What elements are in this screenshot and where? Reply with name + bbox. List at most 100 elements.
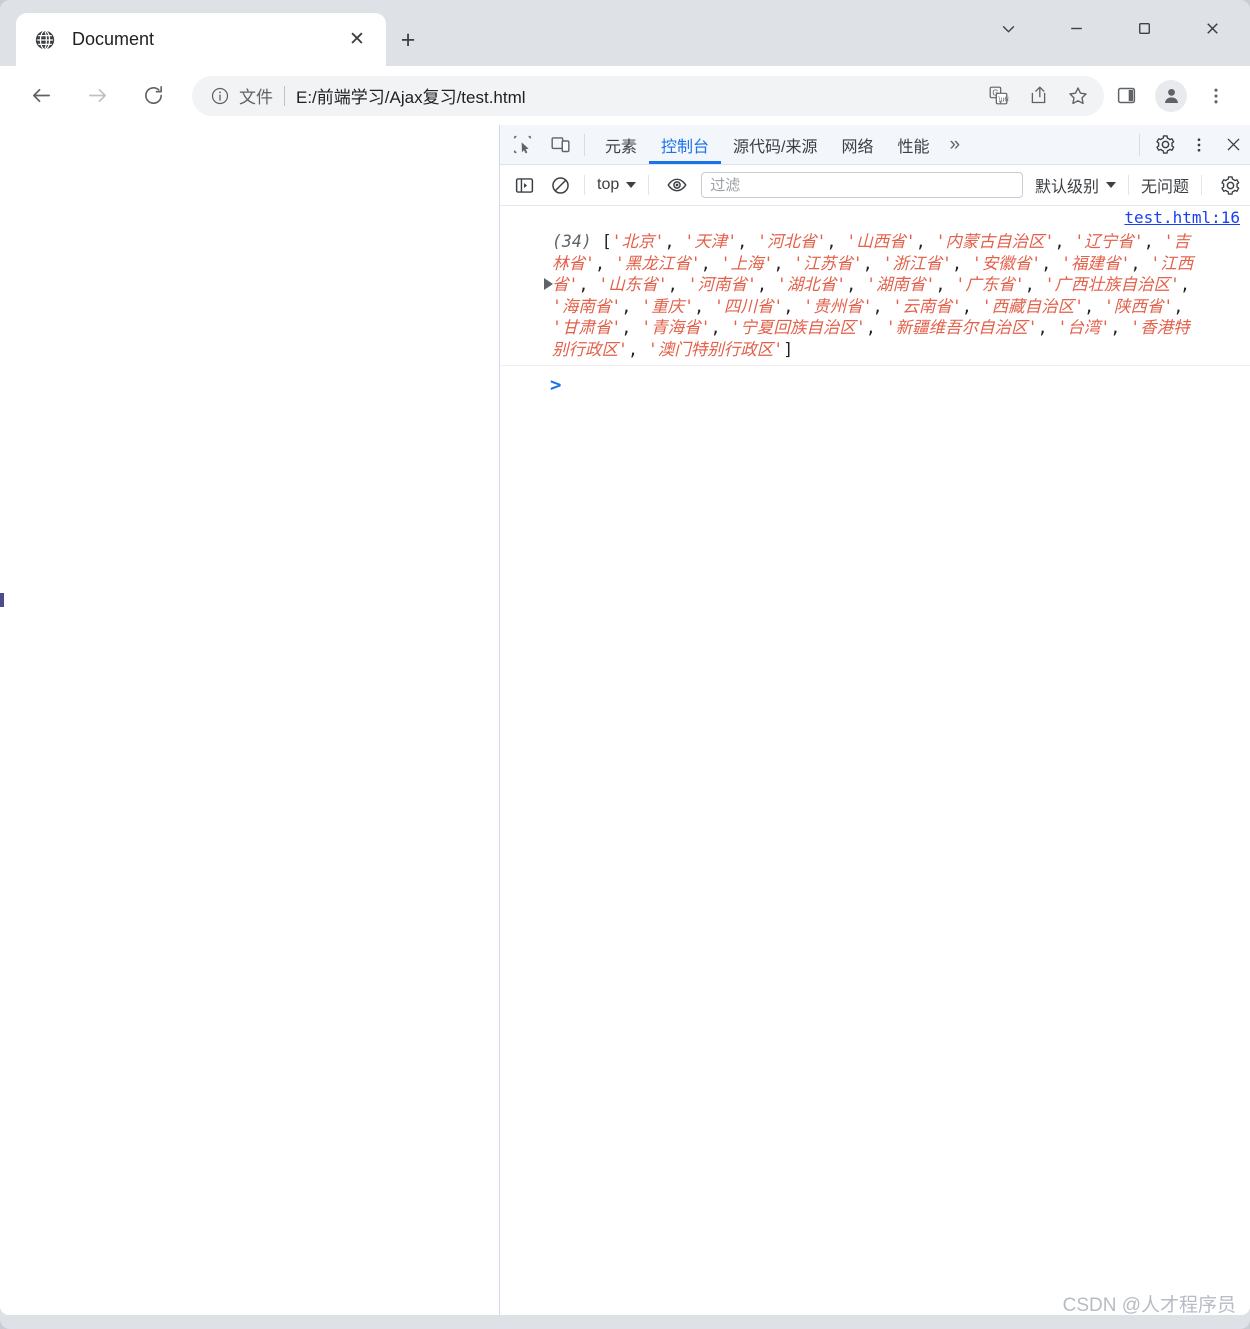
page-render-artifact — [0, 593, 4, 607]
info-circle-icon[interactable] — [203, 86, 237, 106]
console-prompt-caret: > — [550, 373, 562, 396]
expand-triangle-icon[interactable] — [544, 278, 553, 290]
minimize-icon[interactable] — [1042, 0, 1110, 56]
chevron-down-icon[interactable] — [974, 0, 1042, 56]
address-bar[interactable]: 文件 E:/前端学习/Ajax复习/test.html G \u6587 — [192, 75, 1104, 116]
array-item: '辽宁省' — [1074, 232, 1144, 251]
forward-button[interactable] — [76, 75, 118, 117]
array-item: '河南省' — [687, 275, 757, 295]
array-separator: , — [700, 253, 721, 273]
array-item: '湖南省' — [866, 275, 936, 295]
profile-avatar-icon[interactable] — [1155, 79, 1187, 112]
array-separator: , — [710, 318, 731, 338]
array-item: '宁夏回族自治区' — [730, 318, 866, 338]
console-filter-input[interactable] — [701, 172, 1023, 198]
devtools-tabbar-right — [1131, 128, 1250, 162]
array-item: '内蒙古自治区' — [935, 232, 1055, 251]
devtools-menu-icon[interactable] — [1182, 128, 1216, 162]
array-separator: , — [1173, 296, 1184, 316]
array-item: '北京' — [611, 232, 665, 251]
log-level-select[interactable]: 默认级别 — [1031, 173, 1120, 197]
array-separator: , — [1130, 253, 1151, 273]
filterbar-divider-3 — [1127, 175, 1129, 195]
array-separator: , — [773, 253, 794, 273]
console-prompt-row[interactable]: > — [500, 366, 1250, 396]
array-separator: , — [1110, 318, 1131, 338]
tab-close-icon[interactable]: ✕ — [342, 25, 372, 55]
array-close-bracket: ] — [783, 339, 794, 359]
console-sidebar-toggle-icon[interactable] — [508, 170, 540, 200]
array-separator: , — [951, 253, 972, 273]
filterbar-divider-4 — [1201, 175, 1202, 195]
device-toolbar-icon[interactable] — [544, 129, 576, 161]
omnibox-actions: G \u6587 — [978, 79, 1098, 113]
chevron-down-icon — [626, 182, 637, 188]
array-item: '广东省' — [955, 275, 1025, 295]
back-button[interactable] — [20, 75, 62, 117]
reload-button[interactable] — [132, 75, 174, 117]
close-icon[interactable] — [1178, 0, 1246, 56]
array-item: '天津' — [684, 232, 738, 251]
console-message[interactable]: test.html:16 (34) ['北京', '天津', '河北省', '山… — [500, 206, 1250, 366]
array-separator: , — [865, 318, 886, 338]
array-separator: , — [1054, 232, 1075, 251]
array-item: '海南省' — [552, 296, 622, 316]
settings-gear-icon[interactable] — [1148, 128, 1182, 162]
globe-favicon-icon — [35, 29, 55, 50]
tab-console[interactable]: 控制台 — [649, 125, 721, 164]
array-separator: , — [578, 275, 599, 295]
array-separator: , — [756, 275, 777, 295]
tab-network[interactable]: 网络 — [829, 125, 885, 164]
log-level-label: 默认级别 — [1034, 179, 1099, 196]
three-dot-menu-icon[interactable] — [1194, 75, 1238, 117]
maximize-icon[interactable] — [1110, 0, 1178, 56]
omnibox-divider — [284, 85, 285, 106]
live-expression-eye-icon[interactable] — [661, 170, 693, 200]
devtools-tabbar-divider — [584, 133, 585, 156]
array-separator: , — [1037, 318, 1058, 338]
clear-console-icon[interactable] — [544, 170, 576, 200]
array-separator: , — [935, 275, 956, 295]
side-panel-icon[interactable] — [1104, 75, 1148, 117]
array-separator: , — [783, 296, 804, 316]
filterbar-divider-2 — [648, 175, 650, 195]
filterbar-divider-1 — [584, 175, 585, 195]
console-source-link[interactable]: test.html:16 — [1124, 208, 1240, 227]
array-item: '浙江省' — [882, 253, 952, 273]
array-item: '台湾' — [1057, 318, 1111, 338]
array-item: '上海' — [720, 253, 774, 273]
console-settings-gear-icon[interactable] — [1214, 170, 1246, 200]
array-item: '西藏自治区' — [981, 296, 1085, 316]
share-icon[interactable] — [1018, 79, 1058, 113]
array-separator: , — [846, 275, 867, 295]
array-separator: , — [621, 318, 642, 338]
viewport: 元素 控制台 源代码/来源 网络 性能 » top 过滤 默认级别 无问题 te… — [0, 125, 1250, 1315]
more-tabs-icon[interactable]: » — [942, 125, 969, 164]
array-separator: , — [737, 232, 758, 251]
new-tab-button[interactable]: + — [392, 24, 424, 56]
tab-elements[interactable]: 元素 — [593, 125, 649, 164]
browser-tab[interactable]: Document ✕ — [16, 13, 386, 66]
execution-context-select[interactable]: top — [593, 176, 640, 194]
tab-sources[interactable]: 源代码/来源 — [721, 125, 829, 164]
star-icon[interactable] — [1058, 79, 1098, 113]
array-item: '福建省' — [1061, 253, 1131, 273]
array-item: '甘肃省' — [552, 318, 622, 338]
watermark: CSDN @人才程序员 — [1062, 1295, 1236, 1316]
url-scheme-label: 文件 — [239, 88, 273, 107]
array-item: '贵州省' — [803, 296, 873, 316]
tab-performance[interactable]: 性能 — [886, 125, 942, 164]
array-item: '安徽省' — [971, 253, 1042, 273]
array-separator: , — [862, 253, 883, 273]
translate-icon[interactable]: G \u6587 — [978, 79, 1018, 113]
issues-status-label[interactable]: 无问题 — [1137, 173, 1193, 197]
array-separator: , — [664, 232, 685, 251]
array-separator: , — [627, 339, 648, 359]
devtools-close-icon[interactable] — [1216, 128, 1250, 162]
inspect-element-icon[interactable] — [506, 129, 538, 161]
url-text: E:/前端学习/Ajax复习/test.html — [296, 88, 526, 107]
array-item: '四川省' — [714, 296, 784, 316]
console-filter-bar: top 默认级别 无问题 — [500, 165, 1250, 206]
page-content-area — [0, 125, 499, 1315]
console-output[interactable]: test.html:16 (34) ['北京', '天津', '河北省', '山… — [500, 206, 1250, 1315]
